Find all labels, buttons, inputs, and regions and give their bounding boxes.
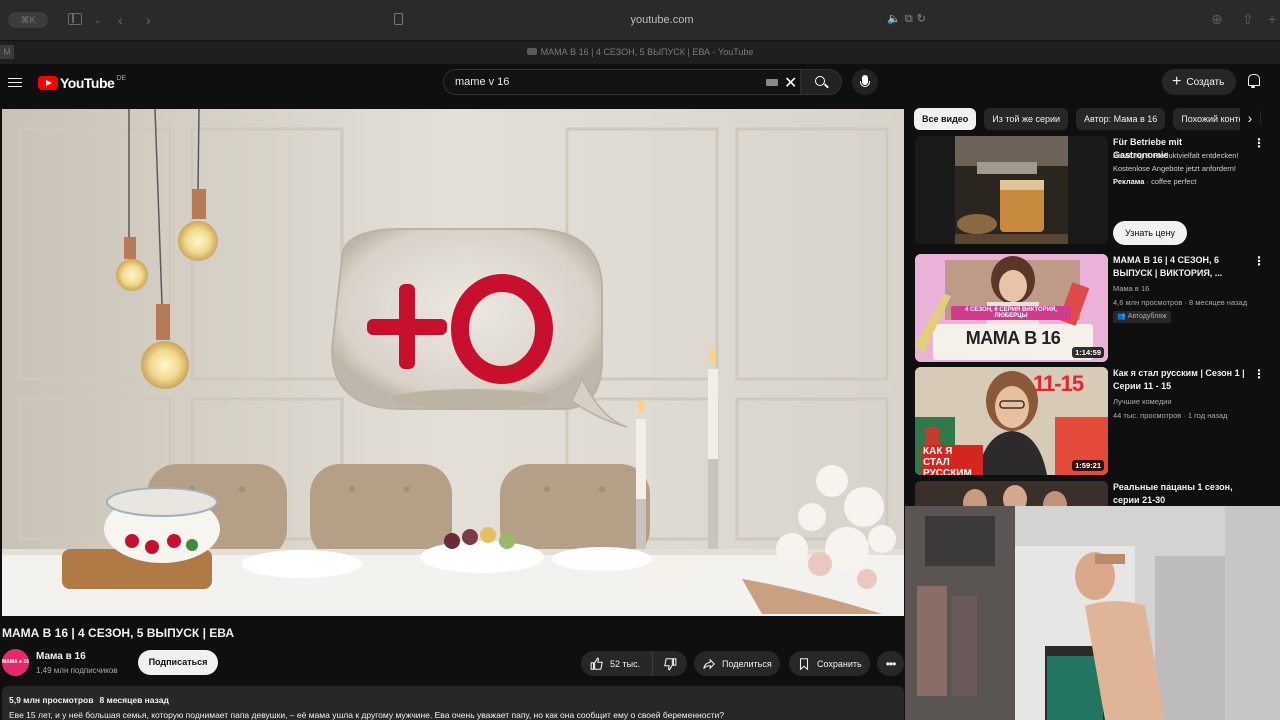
thumbs-up-icon <box>590 656 603 670</box>
description-text: Еве 15 лет, и у неё большая семья, котор… <box>9 710 725 720</box>
ad-item[interactable]: Für Betriebe mit Gastronomie Beratung & … <box>915 136 1265 248</box>
voice-search-button[interactable] <box>852 69 878 95</box>
thumbnail-logo-text: МАМА В 16 <box>965 328 1061 348</box>
notifications-bell-icon[interactable] <box>1247 74 1260 88</box>
plus-icon: + <box>1172 73 1182 90</box>
ad-thumbnail-image <box>955 136 1068 244</box>
subscriber-count: 1,49 млн подписчиков <box>36 666 118 675</box>
thumbnail-number: 11-15 <box>1033 371 1084 396</box>
ad-line-2: Kostenlose Angebote jetzt anfordern! <box>1113 164 1237 173</box>
thumbnail-title-text: КАК Я СТАЛ РУССКИМ <box>921 445 983 475</box>
microphone-icon <box>860 75 870 87</box>
share-arrow-icon <box>703 658 715 669</box>
more-actions-icon[interactable]: ••• <box>877 651 904 676</box>
video-duration: 1:59:21 <box>1072 460 1104 471</box>
subscribe-button[interactable]: Подписаться <box>138 650 218 675</box>
webcam-image <box>905 506 1280 720</box>
description-box[interactable]: 5,9 млн просмотров 8 месяцев назад Еве 15… <box>2 686 904 720</box>
video-menu-icon[interactable] <box>1253 254 1265 268</box>
ad-cta-button[interactable]: Узнать цену <box>1113 221 1187 245</box>
description-meta: 5,9 млн просмотров 8 месяцев назад <box>9 695 175 705</box>
video-menu-icon[interactable] <box>1253 367 1265 381</box>
address-bar[interactable]: youtube.com 🔈⧉↻ <box>388 8 936 32</box>
chip-all-videos[interactable]: Все видео <box>914 108 977 130</box>
tab-title: МАМА В 16 | 4 СЕЗОН, 5 ВЫПУСК | ЕВА - Yo… <box>540 47 754 57</box>
download-icon[interactable]: ⊕ <box>1211 11 1223 28</box>
forward-icon[interactable]: › <box>146 12 151 28</box>
channel-name[interactable]: Мама в 16 <box>36 651 86 662</box>
browser-profile-pill[interactable]: ⌘K <box>8 12 48 28</box>
channel-avatar[interactable]: МАМА в 16 <box>2 649 29 676</box>
video-frame <box>2 109 904 616</box>
ad-line-1: Beratung & Produktvielfalt entdecken! <box>1113 151 1239 160</box>
youtube-logo[interactable]: YouTube DE <box>38 73 126 93</box>
share-label: Поделиться <box>722 658 772 669</box>
search-input[interactable]: mame v 16 ✕ <box>443 69 800 95</box>
menu-icon[interactable] <box>8 75 22 89</box>
like-count: 52 тыс. <box>610 658 641 669</box>
share-button[interactable]: Поделиться <box>694 651 780 676</box>
webcam-overlay <box>905 506 1280 720</box>
save-label: Сохранить <box>817 658 862 669</box>
video-title-link[interactable]: МАМА В 16 | 4 СЕЗОН, 6 ВЫПУСК | ВИКТОРИЯ… <box>1113 254 1248 280</box>
save-button[interactable]: Сохранить <box>789 651 870 676</box>
search-icon <box>815 76 825 86</box>
video-channel[interactable]: Мама в 16 <box>1113 284 1149 293</box>
back-icon[interactable]: ‹ <box>118 12 123 28</box>
chip-same-series[interactable]: Из той же серии <box>984 108 1069 130</box>
recommendation-item[interactable]: 11-15 КАК Я СТАЛ РУССКИМ 1:59:21 Как я с… <box>915 367 1265 475</box>
ad-menu-icon[interactable] <box>1253 136 1265 150</box>
thumbs-down-icon <box>664 657 677 671</box>
keyboard-icon[interactable] <box>766 79 778 86</box>
chevron-down-icon[interactable]: ⌄ <box>94 15 102 26</box>
video-duration: 1:14:59 <box>1072 347 1104 358</box>
ad-thumbnail[interactable] <box>915 136 1108 244</box>
create-button[interactable]: + Создать <box>1162 69 1236 95</box>
logo-text: YouTube <box>60 75 115 91</box>
like-dislike-group: 52 тыс. <box>581 651 687 676</box>
video-channel[interactable]: Лучшие комедии <box>1113 397 1172 406</box>
region-code: DE <box>116 74 127 82</box>
browser-toolbar: ⌘K ⌄ ‹ › youtube.com 🔈⧉↻ ⊕ ⇧ + <box>0 0 1280 40</box>
share-icon[interactable]: ⇧ <box>1242 11 1254 28</box>
new-tab-icon[interactable]: + <box>1268 11 1276 27</box>
dub-icon: 👥 <box>1117 313 1128 320</box>
search-value: mame v 16 <box>455 76 510 88</box>
chips-next-icon[interactable]: › <box>1240 108 1260 130</box>
tab-strip: M МАМА В 16 | 4 СЕЗОН, 5 ВЫПУСК | ЕВА - … <box>0 40 1280 64</box>
upload-age: 8 месяцев назад <box>99 695 169 705</box>
search-button[interactable] <box>800 69 842 95</box>
video-player[interactable] <box>2 109 904 616</box>
like-button[interactable]: 52 тыс. <box>581 651 653 676</box>
chip-author[interactable]: Автор: Мама в 16 <box>1076 108 1166 130</box>
active-tab[interactable]: МАМА В 16 | 4 СЕЗОН, 5 ВЫПУСК | ЕВА - Yo… <box>0 47 1280 57</box>
view-count: 5,9 млн просмотров <box>9 695 94 705</box>
youtube-play-icon <box>38 76 58 90</box>
video-title-link[interactable]: Реальные пацаны 1 сезон, серии 21-30 <box>1113 481 1248 507</box>
video-meta: 4,6 млн просмотров · 8 месяцев назад <box>1113 298 1248 307</box>
recommendation-item[interactable]: 4 СЕЗОН, 6 СЕРИЯ ВИКТОРИЯ, ЛЮБЕРЦЫ МАМА … <box>915 254 1265 362</box>
youtube-header: YouTube DE mame v 16 ✕ + Создать <box>0 64 1280 108</box>
video-title-link[interactable]: Как я стал русским | Сезон 1 | Серии 11 … <box>1113 367 1248 393</box>
clear-search-icon[interactable]: ✕ <box>784 73 797 93</box>
create-label: Создать <box>1186 76 1225 88</box>
thumbnail-caption: 4 СЕЗОН, 6 СЕРИЯ ВИКТОРИЯ, ЛЮБЕРЦЫ <box>951 306 1071 320</box>
ad-label: Реклама <box>1113 177 1145 186</box>
video-thumbnail[interactable]: 11-15 КАК Я СТАЛ РУССКИМ 1:59:21 <box>915 367 1108 475</box>
address-bar-icons[interactable]: 🔈⧉↻ <box>887 12 930 26</box>
address-text: youtube.com <box>630 14 694 26</box>
ad-sponsor: Реклама · coffee perfect <box>1113 177 1196 186</box>
ad-advertiser: · coffee perfect <box>1146 177 1197 186</box>
sidebar-toggle-icon[interactable] <box>68 13 82 25</box>
autodub-label: Автодубляж <box>1127 313 1167 320</box>
filter-chips: Все видео Из той же серии Автор: Мама в … <box>914 108 1264 130</box>
dislike-button[interactable] <box>653 651 687 676</box>
bookmark-icon <box>799 657 809 670</box>
video-meta: 44 тыс. просмотров · 1 год назад <box>1113 411 1228 420</box>
video-title: МАМА В 16 | 4 СЕЗОН, 5 ВЫПУСК | ЕВА <box>2 626 235 640</box>
autodub-badge: 👥 Автодубляж <box>1113 311 1171 323</box>
tab-video-icon <box>526 48 537 55</box>
video-thumbnail[interactable]: 4 СЕЗОН, 6 СЕРИЯ ВИКТОРИЯ, ЛЮБЕРЦЫ МАМА … <box>915 254 1108 362</box>
